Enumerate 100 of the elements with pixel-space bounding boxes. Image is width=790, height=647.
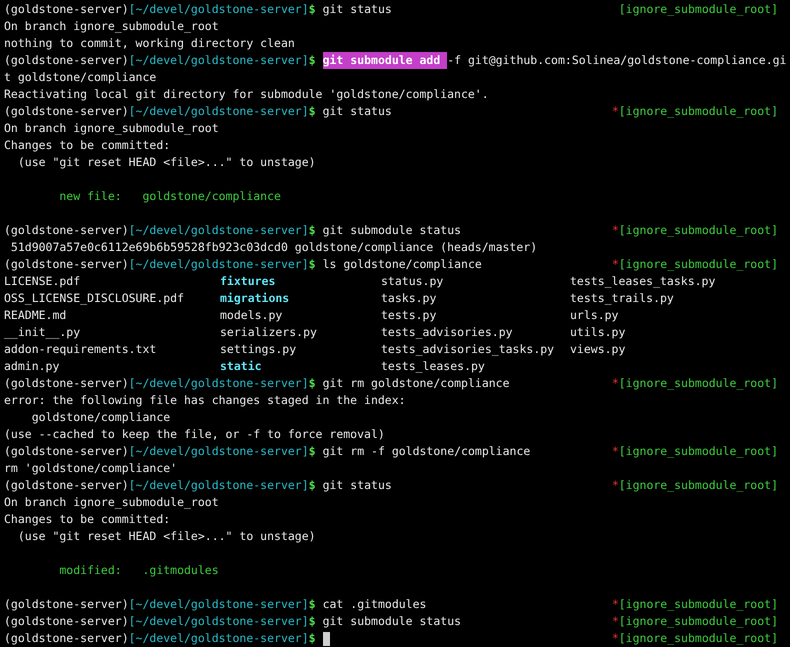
- output-line: error: the following file has changes staged in the index:: [4, 393, 406, 407]
- file-name: OSS_LICENSE_DISCLOSURE.pdf: [4, 291, 184, 305]
- file-name: serializers.py: [220, 325, 317, 339]
- command-text: git rm goldstone/compliance: [322, 375, 510, 392]
- branch-name: [ignore_submodule_root]: [618, 477, 778, 494]
- prompt-symbol: $: [308, 477, 316, 494]
- file-name: utils.py: [570, 325, 626, 339]
- prompt-symbol: $: [308, 613, 316, 630]
- directory-name: fixtures: [220, 274, 276, 288]
- prompt-symbol: $: [308, 630, 316, 647]
- prompt-path: [~/devel/goldstone-server]: [128, 443, 309, 460]
- command-text: -f git@github.com:Solinea/goldstone-compliance.gi: [447, 52, 786, 69]
- command-text: git rm -f goldstone/compliance: [322, 443, 530, 460]
- prompt-env: (goldstone-server): [4, 596, 129, 613]
- prompt-path: [~/devel/goldstone-server]: [128, 596, 309, 613]
- dirty-marker: *: [612, 256, 619, 273]
- dirty-marker: *: [612, 222, 619, 239]
- output-line: (use --cached to keep the file, or -f to force removal): [4, 427, 385, 441]
- dirty-marker: *: [612, 630, 619, 647]
- file-name: README.md: [4, 308, 66, 322]
- dirty-marker: *: [612, 443, 619, 460]
- command-text: git submodule status: [322, 613, 462, 630]
- branch-name: [ignore_submodule_root]: [618, 256, 778, 273]
- prompt-path: [~/devel/goldstone-server]: [128, 477, 309, 494]
- dirty-marker: *: [612, 613, 619, 630]
- output-line: rm 'goldstone/compliance': [4, 461, 178, 475]
- file-name: tasks.py: [381, 291, 436, 305]
- file-name: models.py: [220, 308, 282, 322]
- command-text: git submodule status: [322, 222, 462, 239]
- file-name: tests_advisories.py: [381, 325, 513, 339]
- prompt-path: [~/devel/goldstone-server]: [128, 1, 309, 18]
- branch-name: [ignore_submodule_root]: [618, 630, 778, 647]
- prompt-env: (goldstone-server): [4, 477, 129, 494]
- output-line: nothing to commit, working directory clean: [4, 36, 295, 50]
- file-name: tests_leases.py: [381, 359, 485, 373]
- output-line: (use "git reset HEAD <file>..." to unstage): [16, 155, 316, 169]
- branch-name: [ignore_submodule_root]: [618, 1, 778, 18]
- prompt-env: (goldstone-server): [4, 375, 129, 392]
- file-name: addon-requirements.txt: [4, 342, 156, 356]
- prompt-path: [~/devel/goldstone-server]: [128, 630, 309, 647]
- prompt-path: [~/devel/goldstone-server]: [128, 103, 309, 120]
- dirty-marker: *: [612, 596, 619, 613]
- staged-file-line: modified: .gitmodules: [58, 563, 219, 577]
- prompt-path: [~/devel/goldstone-server]: [128, 613, 309, 630]
- output-line: goldstone/compliance: [30, 410, 170, 424]
- prompt-path: [~/devel/goldstone-server]: [128, 222, 309, 239]
- branch-name: [ignore_submodule_root]: [618, 596, 778, 613]
- output-line: On branch ignore_submodule_root: [4, 121, 219, 135]
- output-line: 51d9007a57e0c6112e69b6b59528fb923c03dcd0 goldstone/compliance (heads/master): [10, 240, 538, 254]
- output-line: Reactivating local git directory for submodule 'goldstone/compliance'.: [4, 87, 489, 101]
- command-text: git status: [322, 103, 392, 120]
- file-name: LICENSE.pdf: [4, 274, 80, 288]
- dirty-marker: *: [612, 477, 619, 494]
- file-name: tests_leases_tasks.py: [570, 274, 716, 288]
- output-line: t goldstone/compliance: [4, 70, 156, 84]
- command-text: ls goldstone/compliance: [322, 256, 482, 273]
- prompt-env: (goldstone-server): [4, 630, 129, 647]
- file-name: tests_trails.py: [570, 291, 674, 305]
- file-name: urls.py: [570, 308, 618, 322]
- file-name: views.py: [570, 342, 626, 356]
- file-name: tests.py: [381, 308, 436, 322]
- file-name: settings.py: [220, 342, 296, 356]
- selected-text: git submodule add: [322, 52, 448, 69]
- branch-name: [ignore_submodule_root]: [618, 375, 778, 392]
- branch-name: [ignore_submodule_root]: [618, 103, 778, 120]
- file-name: admin.py: [4, 359, 60, 373]
- branch-name: [ignore_submodule_root]: [618, 222, 778, 239]
- output-line: (use "git reset HEAD <file>..." to unstage): [16, 529, 316, 543]
- dirty-marker: *: [612, 103, 619, 120]
- prompt-path: [~/devel/goldstone-server]: [128, 256, 309, 273]
- prompt-env: (goldstone-server): [4, 52, 129, 69]
- branch-name: [ignore_submodule_root]: [618, 443, 778, 460]
- directory-name: static: [220, 359, 262, 373]
- file-name: status.py: [381, 274, 444, 288]
- prompt-symbol: $: [308, 222, 316, 239]
- dirty-marker: *: [612, 375, 619, 392]
- output-line: On branch ignore_submodule_root: [4, 19, 219, 33]
- prompt-env: (goldstone-server): [4, 443, 129, 460]
- prompt-path: [~/devel/goldstone-server]: [128, 52, 309, 69]
- staged-file-line: new file: goldstone/compliance: [58, 189, 281, 203]
- file-name: __init__.py: [4, 325, 80, 339]
- prompt-env: (goldstone-server): [4, 1, 129, 18]
- prompt-symbol: $: [308, 596, 316, 613]
- prompt-env: (goldstone-server): [4, 613, 129, 630]
- prompt-symbol: $: [308, 1, 316, 18]
- directory-name: migrations: [220, 291, 290, 305]
- output-line: On branch ignore_submodule_root: [4, 495, 219, 509]
- prompt-env: (goldstone-server): [4, 256, 129, 273]
- prompt-symbol: $: [308, 375, 316, 392]
- command-text: git status: [322, 1, 392, 18]
- prompt-symbol: $: [308, 256, 316, 273]
- branch-name: [ignore_submodule_root]: [618, 613, 778, 630]
- command-text: cat .gitmodules: [322, 596, 426, 613]
- output-line: Changes to be committed:: [4, 138, 170, 152]
- command-text: git status: [322, 477, 392, 494]
- prompt-env: (goldstone-server): [4, 103, 129, 120]
- prompt-symbol: $: [308, 103, 316, 120]
- prompt-env: (goldstone-server): [4, 222, 129, 239]
- output-line: Changes to be committed:: [4, 512, 170, 526]
- prompt-path: [~/devel/goldstone-server]: [128, 375, 309, 392]
